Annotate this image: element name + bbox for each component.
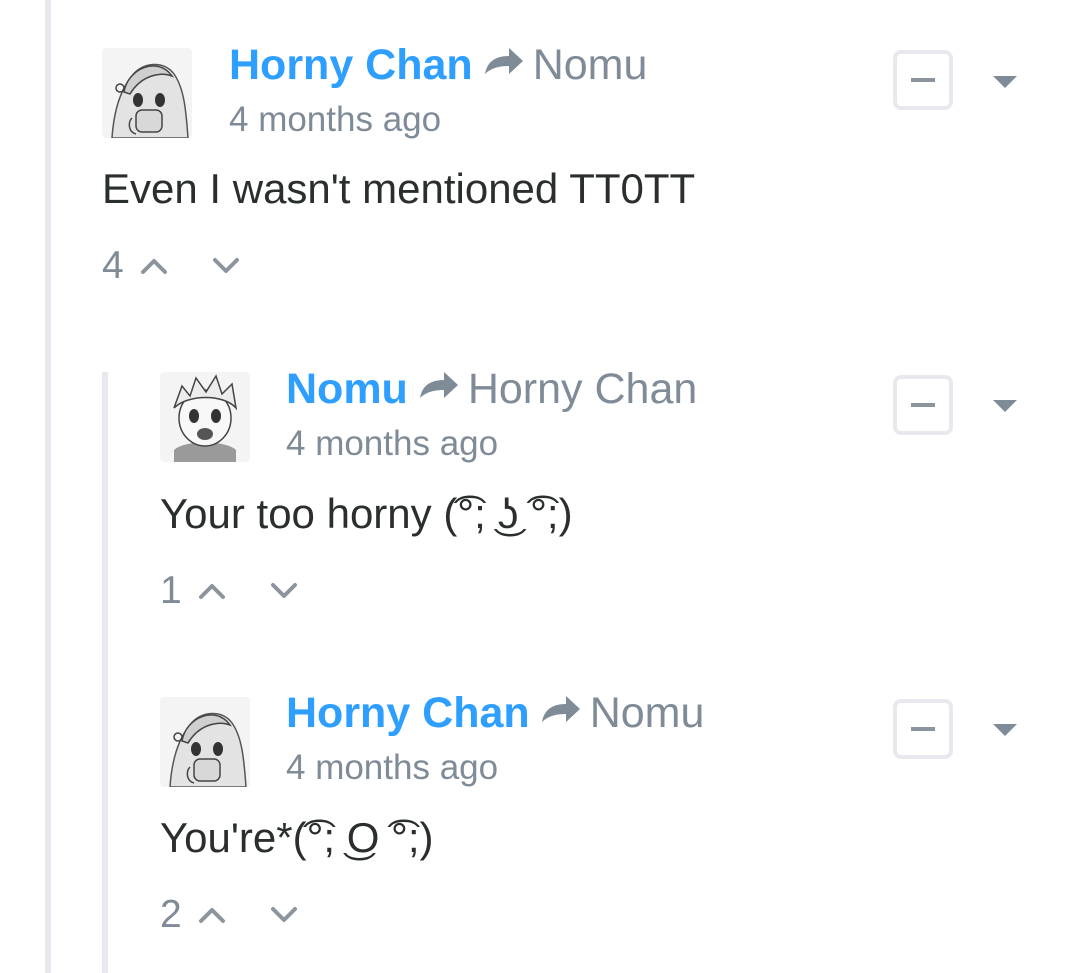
comment-body: You're*(͡°; ͜O ͡°;)	[160, 814, 434, 861]
collapse-minus-icon[interactable]	[893, 375, 953, 435]
comment-timestamp[interactable]: 4 months ago	[286, 424, 498, 464]
collapse-minus-icon[interactable]	[893, 699, 953, 759]
author-link[interactable]: Horny Chan	[286, 689, 530, 737]
vote-count: 1	[160, 569, 182, 612]
comment-header: Horny Chan Nomu	[229, 40, 647, 93]
reply-target-link[interactable]: Nomu	[533, 41, 648, 89]
avatar[interactable]	[102, 48, 192, 138]
manga-boy-avatar-icon	[160, 372, 250, 462]
reply-target-link[interactable]: Horny Chan	[468, 365, 697, 413]
downvote-chevron-icon[interactable]	[206, 246, 246, 286]
author-link[interactable]: Nomu	[286, 365, 408, 413]
reply-arrow-icon	[483, 37, 525, 87]
avatar[interactable]	[160, 697, 250, 787]
vote-count: 4	[102, 244, 124, 287]
manga-girl-avatar-icon	[160, 697, 250, 787]
comment-header: Horny Chan Nomu	[286, 688, 704, 741]
reply-arrow-icon	[540, 685, 582, 735]
upvote-chevron-icon[interactable]	[134, 246, 174, 286]
comment-timestamp[interactable]: 4 months ago	[286, 748, 498, 788]
vote-bar: 2	[160, 893, 304, 937]
vote-count: 2	[160, 893, 182, 936]
comment-header: Nomu Horny Chan	[286, 364, 697, 417]
thread-line-outer	[45, 0, 51, 973]
upvote-chevron-icon[interactable]	[192, 895, 232, 935]
manga-girl-avatar-icon	[102, 48, 192, 138]
collapse-minus-icon[interactable]	[893, 50, 953, 110]
dropdown-caret-icon[interactable]	[993, 76, 1017, 88]
comment-body: Your too horny (͡°; ͜ʖ ͡°;)	[160, 490, 573, 537]
dropdown-caret-icon[interactable]	[993, 724, 1017, 736]
downvote-chevron-icon[interactable]	[264, 571, 304, 611]
avatar[interactable]	[160, 372, 250, 462]
reply-arrow-icon	[418, 361, 460, 411]
vote-bar: 1	[160, 569, 304, 613]
dropdown-caret-icon[interactable]	[993, 400, 1017, 412]
upvote-chevron-icon[interactable]	[192, 571, 232, 611]
comment-body: Even I wasn't mentioned TT0TT	[102, 165, 696, 212]
thread-line-nested	[102, 372, 108, 973]
downvote-chevron-icon[interactable]	[264, 895, 304, 935]
reply-target-link[interactable]: Nomu	[590, 689, 705, 737]
vote-bar: 4	[102, 244, 246, 288]
comment-timestamp[interactable]: 4 months ago	[229, 100, 441, 140]
author-link[interactable]: Horny Chan	[229, 41, 473, 89]
